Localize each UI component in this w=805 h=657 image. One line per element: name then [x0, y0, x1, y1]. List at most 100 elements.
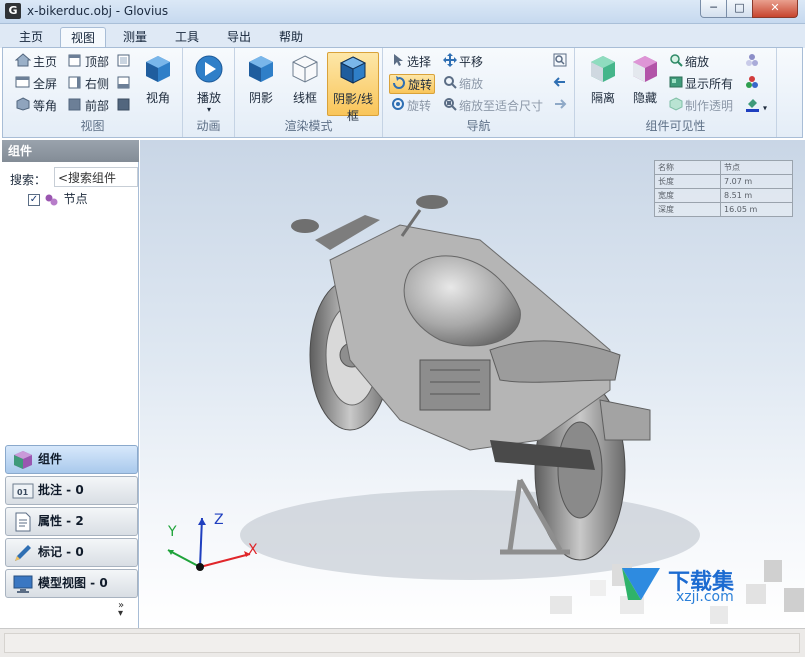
rgb-cubes-icon — [745, 75, 759, 95]
search-label: 搜索： — [10, 173, 47, 187]
cube-front-icon — [67, 97, 83, 117]
dropdown-arrow-icon: ▾ — [206, 105, 211, 114]
zoom-window-button[interactable] — [553, 52, 569, 72]
zoom-button[interactable]: 缩放 — [443, 74, 483, 94]
zoom-fit-label: 缩放至适合尺寸 — [459, 99, 544, 113]
tab-measure[interactable]: 测量 — [114, 27, 156, 48]
rotate-label: 旋转 — [408, 78, 433, 92]
arrow-left-icon — [553, 75, 567, 95]
rotate-alt-button[interactable]: 旋转 — [391, 96, 431, 116]
select-button[interactable]: 选择 — [391, 52, 431, 72]
maximize-button[interactable]: □ — [726, 0, 753, 18]
view-home-label: 主页 — [33, 55, 58, 69]
cube-right-icon — [67, 75, 83, 95]
tab-export[interactable]: 导出 — [218, 27, 260, 48]
cube-outline-icon — [116, 75, 132, 95]
view-cube-button-2[interactable] — [116, 74, 134, 94]
shaded-label: 阴影 — [248, 91, 273, 105]
color-cubes-button-1[interactable] — [745, 52, 761, 72]
view-fullscreen-button[interactable]: 全屏 — [15, 74, 57, 94]
visibility-zoom-button[interactable]: 缩放 — [669, 52, 709, 72]
next-view-button[interactable] — [553, 96, 569, 116]
view-cube-button-3[interactable] — [116, 96, 134, 116]
zoom-fit-icon — [443, 97, 457, 117]
make-transparent-button[interactable]: 制作透明 — [669, 96, 733, 116]
rotate-icon — [392, 75, 406, 96]
axis-y-label: Y — [168, 524, 177, 540]
tree-node-checkbox[interactable]: ✓ — [28, 193, 40, 206]
view-home-button[interactable]: 主页 — [14, 52, 58, 73]
nav-model-views[interactable]: 模型视图 - 0 — [5, 569, 138, 598]
view-iso-button[interactable]: 等角 — [15, 96, 57, 116]
previous-view-button[interactable] — [553, 74, 569, 94]
minimize-button[interactable]: ─ — [700, 0, 727, 18]
nav-components[interactable]: 组件 — [5, 445, 138, 474]
render-mode-group-label: 渲染模式 — [284, 119, 333, 133]
watermark-url: xzji.com — [676, 589, 734, 605]
color-cubes-icon — [745, 53, 759, 73]
zoom-label: 缩放 — [459, 77, 484, 91]
tree-node-root[interactable]: ✓ 节点 — [28, 190, 88, 208]
shaded-button[interactable]: 阴影 — [241, 54, 281, 110]
search-components-input[interactable] — [54, 167, 138, 187]
color-cubes-button-2[interactable] — [745, 74, 761, 94]
pan-arrows-icon — [443, 52, 457, 73]
watermark-mosaic — [550, 560, 804, 624]
shaded-wireframe-button[interactable]: 阴影/线框 — [327, 52, 379, 123]
monitor-icon — [12, 574, 34, 604]
nav-annotations[interactable]: 01 批注 - 0 — [5, 476, 138, 505]
select-label: 选择 — [407, 55, 432, 69]
wireframe-button[interactable]: 线框 — [285, 54, 325, 110]
tab-home[interactable]: 主页 — [10, 27, 52, 48]
nav-annotations-label: 批注 - 0 — [38, 483, 84, 497]
tab-tools[interactable]: 工具 — [166, 27, 208, 48]
make-transparent-label: 制作透明 — [685, 99, 734, 113]
cube-outline-icon — [116, 53, 132, 73]
view-angle-icon — [143, 56, 173, 87]
nav-properties[interactable]: 属性 - 2 — [5, 507, 138, 536]
nav-markups[interactable]: 标记 - 0 — [5, 538, 138, 567]
show-all-label: 显示所有 — [685, 77, 734, 91]
tree-node-label: 节点 — [63, 192, 88, 206]
view-right-button[interactable]: 右侧 — [67, 74, 109, 94]
isolate-label: 隔离 — [590, 91, 615, 105]
hide-button[interactable]: 隐藏 — [625, 54, 665, 110]
rotate-3d-icon — [391, 97, 405, 117]
close-button[interactable]: ✕ — [752, 0, 798, 18]
home-icon — [14, 52, 32, 73]
tab-view[interactable]: 视图 — [60, 27, 106, 48]
visibility-group: 隔离 隐藏 缩放 显示所有 制作透明 ▾ 组件可见性 — [575, 48, 777, 137]
shaded-wireframe-cube-icon — [338, 56, 368, 88]
show-all-button[interactable]: 显示所有 — [669, 74, 733, 94]
view-fullscreen-label: 全屏 — [33, 77, 58, 91]
tab-help[interactable]: 帮助 — [270, 27, 312, 48]
hide-cube-icon — [630, 56, 660, 87]
view-top-button[interactable]: 顶部 — [67, 52, 109, 72]
rotate-button[interactable]: 旋转 — [389, 74, 436, 96]
fill-color-button[interactable]: ▾ — [745, 96, 767, 116]
isolate-button[interactable]: 隔离 — [583, 54, 623, 110]
play-button[interactable]: 播放 ▾ — [191, 54, 227, 116]
isolate-cube-icon — [588, 56, 618, 87]
components-panel-title: 组件 — [2, 140, 139, 162]
navigation-group-label: 导航 — [466, 119, 491, 133]
dropdown-arrow-icon: ▾ — [763, 103, 768, 113]
view-angle-button[interactable]: 视角 — [139, 54, 177, 106]
zoom-magnifier-icon — [669, 53, 683, 73]
axis-x-label: X — [248, 542, 258, 558]
render-mode-group: 阴影 线框 阴影/线框 渲染模式 — [235, 48, 383, 137]
zoom-window-icon — [553, 53, 567, 73]
pan-label: 平移 — [459, 55, 484, 69]
title-bar: G x-bikerduc.obj - Glovius ─ □ ✕ — [0, 0, 805, 24]
view-top-label: 顶部 — [85, 55, 110, 69]
nav-markups-label: 标记 - 0 — [38, 545, 84, 559]
more-chevron-icon[interactable]: » ▾ — [118, 601, 124, 619]
view-front-button[interactable]: 前部 — [67, 96, 109, 116]
paint-bucket-icon — [745, 96, 761, 118]
zoom-magnifier-icon — [443, 75, 457, 95]
zoom-fit-button[interactable]: 缩放至适合尺寸 — [443, 96, 543, 116]
3d-viewport[interactable]: 名称 节点 长度 7.07 m 宽度 8.51 m 深度 16.05 m X Y… — [140, 140, 805, 628]
view-cube-button-1[interactable] — [116, 52, 134, 72]
view-group: 主页 顶部 全屏 右侧 等角 前部 视角 视图 — [3, 48, 183, 137]
pan-button[interactable]: 平移 — [443, 52, 483, 72]
